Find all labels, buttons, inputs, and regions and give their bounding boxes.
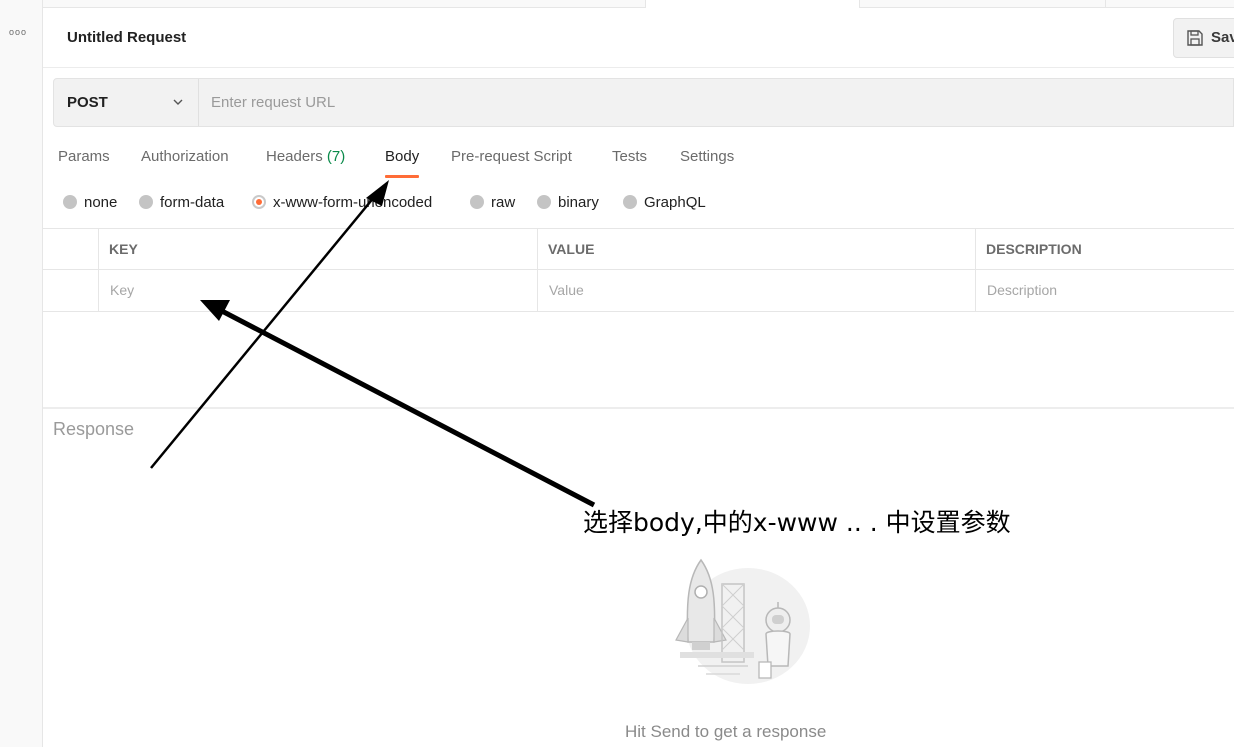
headers-count: (7) <box>326 148 346 165</box>
rocket-illustration <box>675 558 810 684</box>
tab-label: Tests <box>612 148 648 165</box>
tab-tests[interactable]: Tests <box>612 148 647 178</box>
response-divider[interactable] <box>43 407 1234 409</box>
left-rail: ooo <box>0 0 43 747</box>
tab-pre-request-script[interactable]: Pre-request Script <box>451 148 572 178</box>
save-label: Sav <box>1211 29 1234 46</box>
tab-label: Body <box>385 148 420 165</box>
column-header-description: DESCRIPTION <box>986 241 1082 257</box>
url-input[interactable] <box>199 79 1229 126</box>
active-tab-indicator <box>385 175 420 178</box>
radio-button[interactable] <box>63 195 77 209</box>
radio-button[interactable] <box>537 195 551 209</box>
radio-button[interactable] <box>139 195 153 209</box>
tab-label: Headers <box>266 148 323 165</box>
column-header-value: VALUE <box>548 241 595 257</box>
column-divider <box>975 228 976 312</box>
radio-label: none <box>84 194 118 211</box>
annotation-text: 选择body,中的x-www .. . 中设置参数 <box>583 508 1011 537</box>
radio-label: raw <box>491 194 516 211</box>
column-divider <box>537 228 538 312</box>
table-border <box>43 311 1234 312</box>
params-table: KEY VALUE DESCRIPTION <box>43 228 1234 312</box>
table-border <box>43 228 1234 229</box>
tab-settings[interactable]: Settings <box>680 148 734 178</box>
tab-label: Pre-request Script <box>451 148 572 165</box>
key-input[interactable] <box>110 272 530 308</box>
radio-label: GraphQL <box>644 194 706 211</box>
url-bar: POST <box>53 78 1234 127</box>
tab-authorization[interactable]: Authorization <box>141 148 229 178</box>
request-title[interactable]: Untitled Request <box>67 29 186 46</box>
request-tabstrip <box>43 0 1234 8</box>
radio-label: form-data <box>160 194 225 211</box>
radio-label: binary <box>558 194 599 211</box>
more-icon[interactable]: ooo <box>9 27 27 37</box>
description-input[interactable] <box>987 272 1227 308</box>
active-request-tab[interactable] <box>645 0 860 8</box>
tab-headers[interactable]: Headers (7) <box>266 148 345 178</box>
tab-params[interactable]: Params <box>58 148 110 178</box>
empty-response-hint: Hit Send to get a response <box>625 722 827 741</box>
chevron-down-icon <box>173 99 183 105</box>
method-select[interactable]: POST <box>54 79 199 126</box>
tab-label: Params <box>58 148 110 165</box>
tab-body[interactable]: Body <box>385 148 420 178</box>
radio-button[interactable] <box>623 195 637 209</box>
response-label: Response <box>53 419 135 439</box>
table-border <box>43 269 1234 270</box>
tab-label: Settings <box>680 148 735 165</box>
request-header: Untitled Request Sav <box>43 8 1234 68</box>
column-divider <box>98 228 99 312</box>
save-icon <box>1187 30 1203 46</box>
tab-label: Authorization <box>141 148 229 165</box>
column-header-key: KEY <box>109 241 138 257</box>
radio-button-selected[interactable] <box>252 195 266 209</box>
method-label: POST <box>67 94 108 111</box>
value-input[interactable] <box>549 272 969 308</box>
radio-button[interactable] <box>470 195 484 209</box>
tab-divider <box>1105 0 1106 7</box>
save-button[interactable]: Sav <box>1173 18 1234 58</box>
radio-label: x-www-form-urlencoded <box>273 194 433 211</box>
